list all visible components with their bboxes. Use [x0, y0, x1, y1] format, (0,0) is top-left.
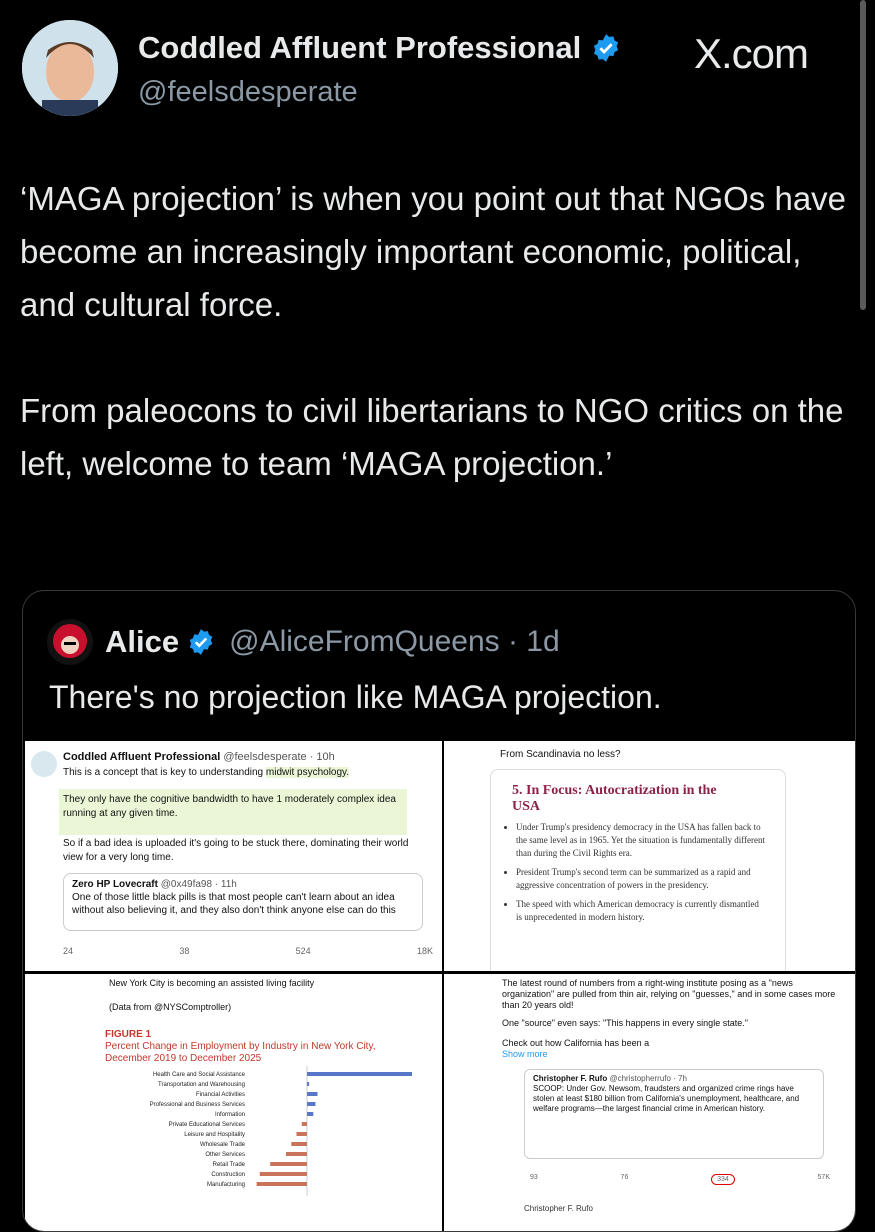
category-label: Retail Trade — [212, 1162, 245, 1168]
bar — [286, 1152, 307, 1156]
category-label: Health Care and Social Assistance — [152, 1072, 245, 1078]
bar — [307, 1072, 412, 1076]
embedded-quote: Christopher F. Rufo @christopherrufo · 7… — [524, 1069, 824, 1159]
tweet-paragraph-1: ‘MAGA projection’ is when you point out … — [20, 180, 847, 323]
image-text: Check out how California has been a — [502, 1038, 650, 1048]
action-bar: 93 76 334 57K — [530, 1174, 830, 1185]
next-tweet-author: Christopher F. Rufo — [524, 1204, 593, 1213]
show-more-link: Show more — [502, 1049, 548, 1059]
like-count: 524 — [295, 946, 311, 956]
tweet-header: Coddled Affluent Professional @feelsdesp… — [22, 20, 862, 120]
category-label: Professional and Business Services — [149, 1102, 245, 1108]
view-count: 18K — [416, 946, 433, 956]
reply-count: 93 — [530, 1174, 538, 1181]
action-bar: 24 38 524 18K — [63, 946, 433, 956]
bar — [307, 1092, 318, 1096]
image-text: So if a bad idea is uploaded it's going … — [63, 838, 409, 863]
bar — [307, 1112, 314, 1116]
image-caption: From Scandinavia no less? — [500, 749, 621, 760]
quote-image-2[interactable]: From Scandinavia no less? 5. In Focus: A… — [444, 741, 855, 971]
tweet-paragraph-2: From paleocons to civil libertarians to … — [20, 392, 844, 482]
embedded-quote: Zero HP Lovecraft @0x49fa98 · 11h One of… — [63, 873, 423, 931]
quote-text: There's no projection like MAGA projecti… — [49, 679, 662, 715]
image-text: This is a concept that is key to underst… — [63, 767, 350, 778]
category-label: Leisure and Hospitality — [184, 1132, 245, 1138]
bar — [270, 1162, 307, 1166]
like-count: 334 — [711, 1174, 735, 1185]
report-bullets: Under Trump's presidency democracy in th… — [506, 821, 766, 930]
category-label: Financial Activities — [195, 1092, 245, 1098]
site-label: X.com — [694, 30, 809, 77]
verified-badge-icon — [594, 34, 619, 62]
quote-author-handle[interactable]: @AliceFromQueens · 1d — [229, 625, 560, 659]
avatar — [31, 751, 57, 777]
figure-title: FIGURE 1 Percent Change in Employment by… — [105, 1029, 376, 1064]
bar — [256, 1182, 307, 1186]
category-label: Transportation and Warehousing — [158, 1082, 245, 1088]
bar — [307, 1102, 316, 1106]
bar-chart — [256, 1066, 412, 1196]
bullet: President Trump's second term can be sum… — [516, 866, 766, 892]
highlighted-text: They only have the cognitive bandwidth t… — [59, 789, 407, 835]
author-handle[interactable]: @feelsdesperate — [138, 76, 358, 109]
view-count: 57K — [817, 1174, 830, 1181]
bar — [307, 1082, 310, 1086]
image-text: (Data from @NYSComptroller) — [109, 1002, 232, 1012]
category-label: Other Services — [205, 1152, 245, 1158]
reply-count: 24 — [63, 946, 74, 956]
image-text: The latest round of numbers from a right… — [502, 978, 836, 1010]
image-text: New York City is becoming an assisted li… — [109, 978, 315, 988]
bar — [259, 1172, 307, 1176]
repost-count: 38 — [179, 946, 190, 956]
category-label: Construction — [211, 1172, 245, 1178]
bar — [296, 1132, 307, 1136]
quote-image-3[interactable]: New York City is becoming an assisted li… — [25, 974, 442, 1231]
quote-author-name[interactable]: Alice — [105, 624, 179, 660]
category-label: Private Educational Services — [168, 1122, 245, 1128]
tweet-text: ‘MAGA projection’ is when you point out … — [20, 172, 850, 490]
author-name[interactable]: Coddled Affluent Professional — [138, 30, 581, 66]
quote-image-4[interactable]: The latest round of numbers from a right… — [444, 974, 855, 1231]
report-title: 5. In Focus: Autocratization in the USA — [512, 783, 717, 814]
category-label: Manufacturing — [206, 1182, 245, 1188]
quoted-tweet[interactable]: Alice @AliceFromQueens · 1d There's no p… — [22, 590, 856, 1232]
category-labels: Health Care and Social Assistance Transpo… — [95, 1070, 245, 1190]
repost-count: 76 — [620, 1174, 629, 1181]
image-text: One "source" even says: "This happens in… — [502, 1018, 748, 1028]
image-author: Coddled Affluent Professional @feelsdesp… — [63, 751, 335, 763]
avatar[interactable] — [22, 20, 118, 116]
bar — [291, 1142, 307, 1146]
quote-avatar[interactable] — [47, 619, 93, 665]
bullet: Under Trump's presidency democracy in th… — [516, 821, 766, 860]
bullet: The speed with which American democracy … — [516, 898, 766, 924]
bar — [301, 1122, 307, 1126]
category-label: Information — [214, 1112, 245, 1118]
category-label: Wholesale Trade — [199, 1142, 245, 1148]
quote-image-1[interactable]: Coddled Affluent Professional @feelsdesp… — [25, 741, 442, 971]
verified-badge-icon — [189, 629, 213, 655]
